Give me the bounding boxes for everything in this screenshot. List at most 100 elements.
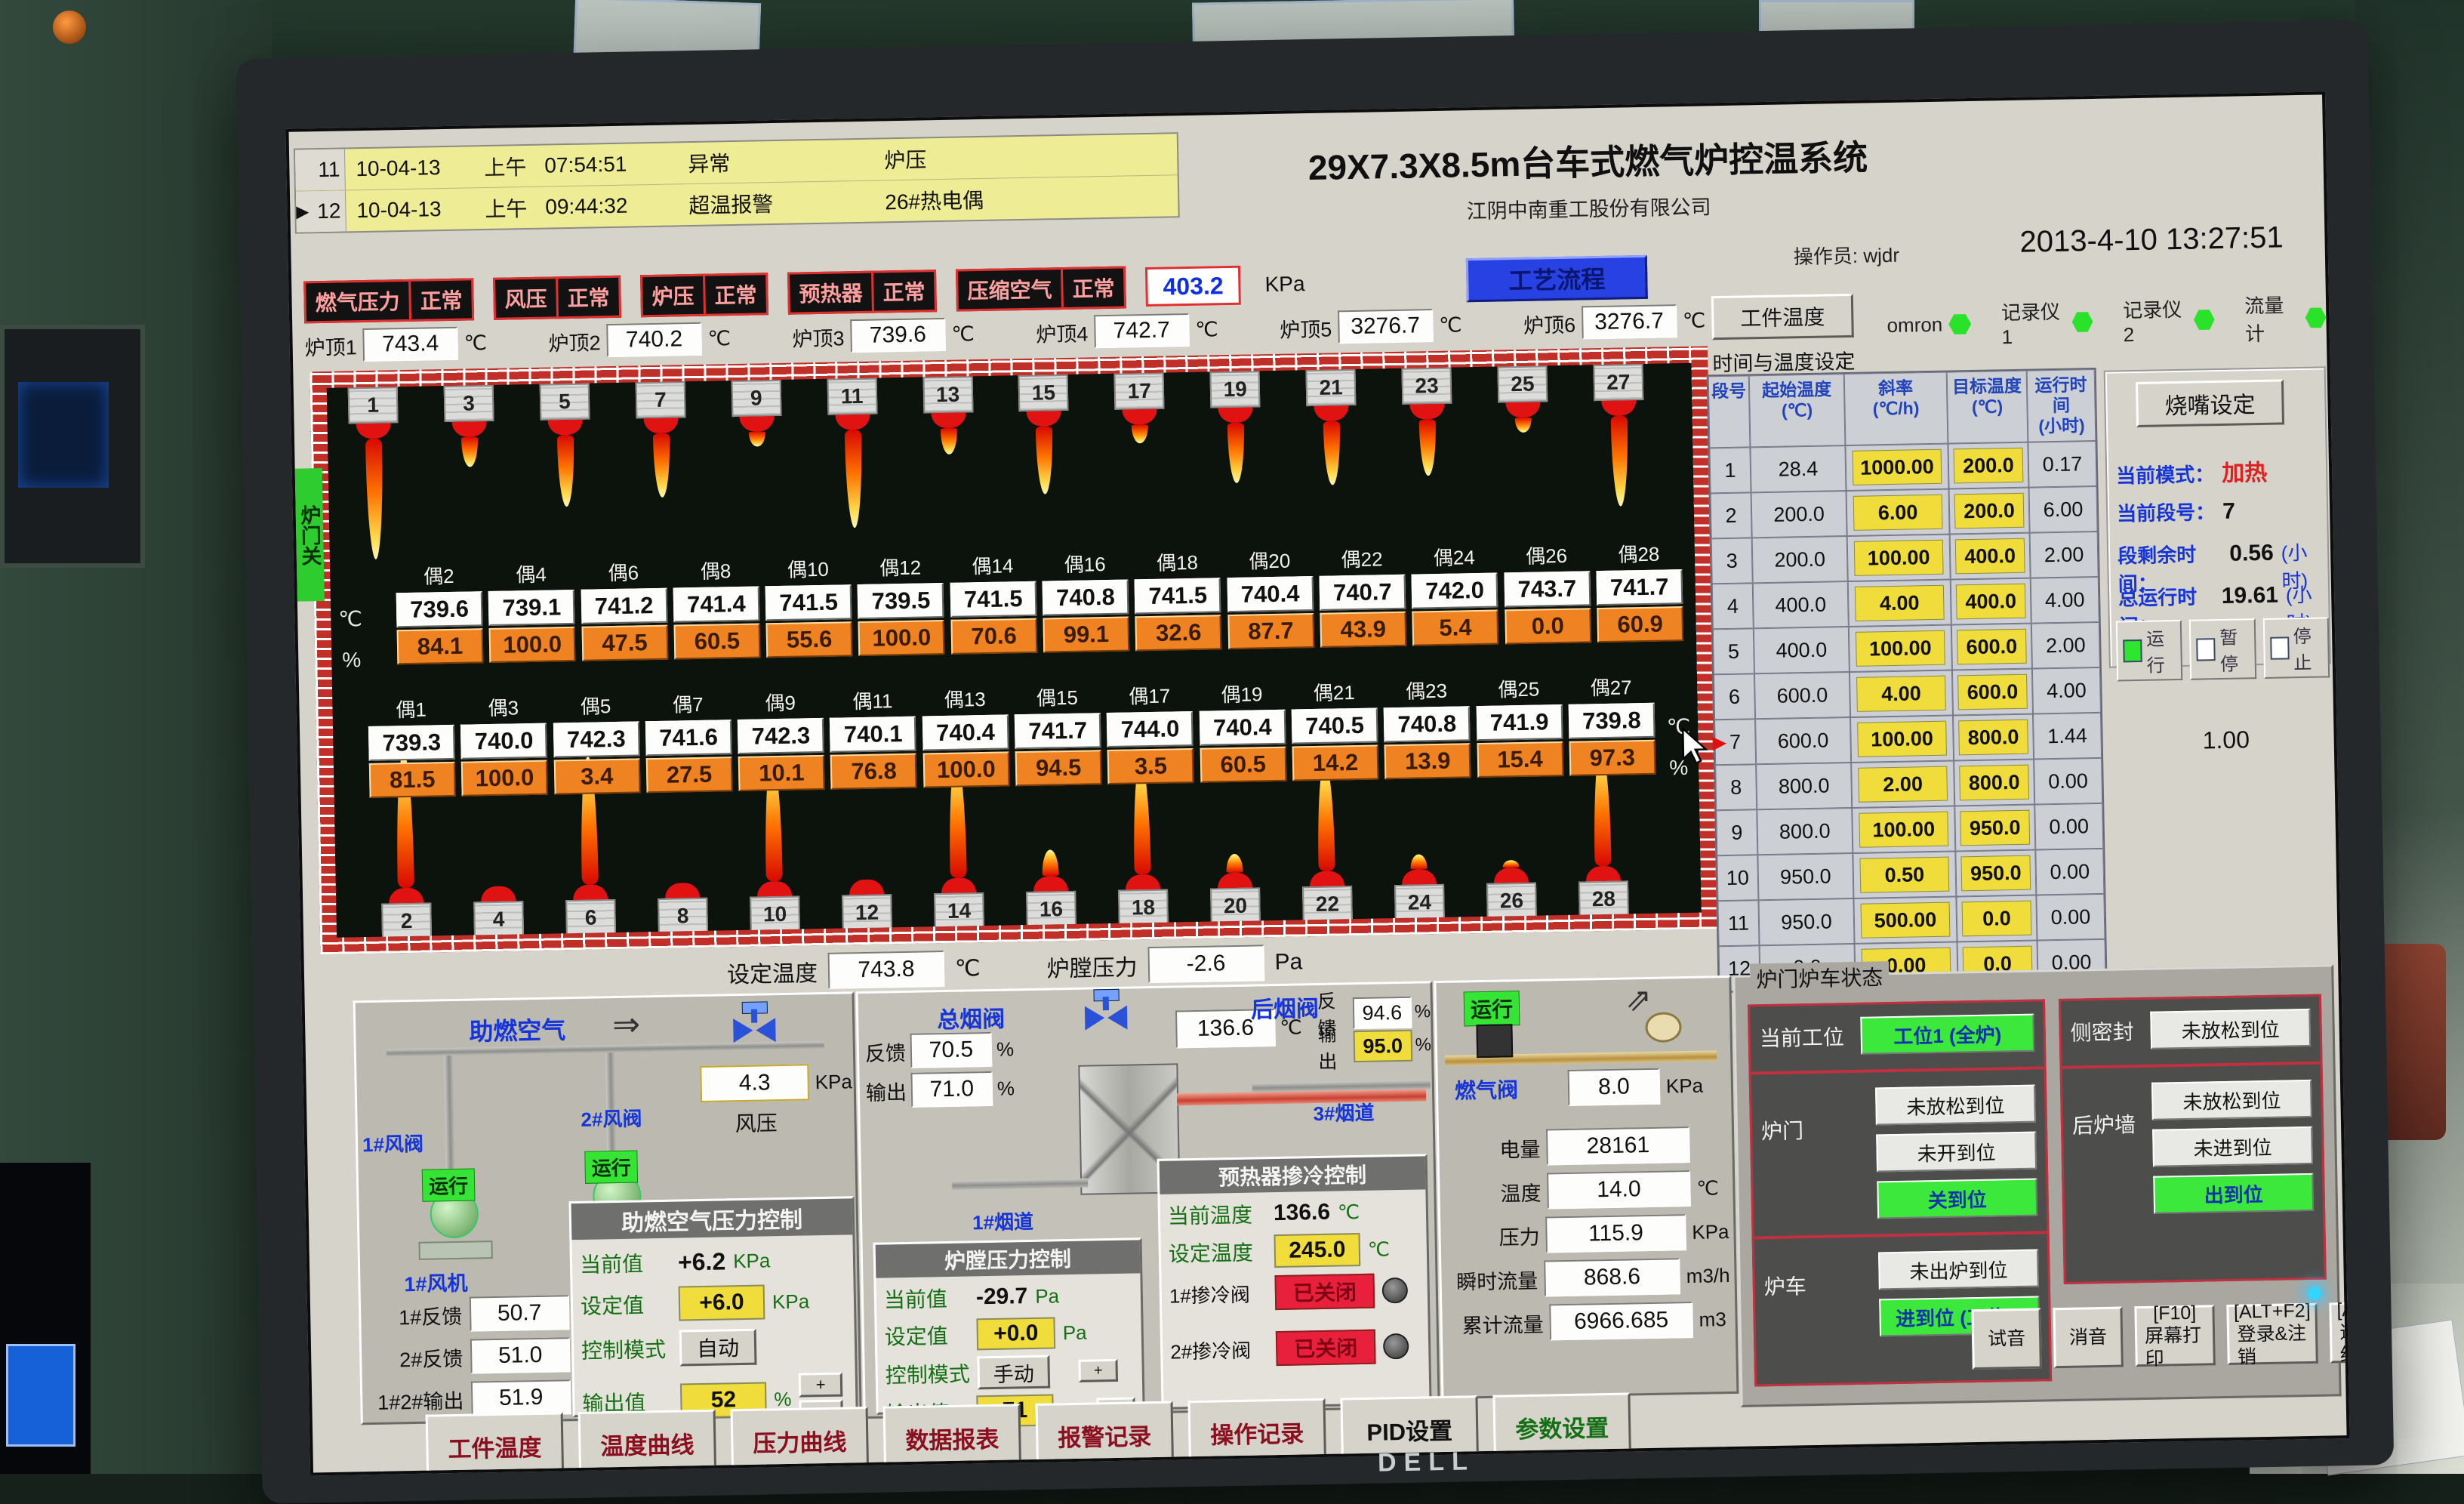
- slope-cell[interactable]: 100.00: [1852, 806, 1955, 852]
- current-segment-value: 7: [2222, 499, 2235, 525]
- valve-dial-icon[interactable]: [1383, 1333, 1409, 1360]
- program-table-row[interactable]: ▶2 200.0 6.00 200.0 6.00: [1711, 486, 2098, 538]
- system-button[interactable]: 试音: [1971, 1308, 2041, 1370]
- thermocouple-name: 偶2: [424, 561, 454, 590]
- current-segment-line: 当前段号：7: [2117, 497, 2235, 527]
- nav-button[interactable]: 参数设置: [1492, 1392, 1631, 1459]
- valve-dial-icon[interactable]: [1382, 1277, 1409, 1304]
- system-button-label: 消音: [2069, 1326, 2108, 1349]
- chamber-press-set[interactable]: +0.0: [976, 1317, 1055, 1350]
- system-button[interactable]: 消音: [2053, 1307, 2123, 1369]
- burner-number-plate: 22: [1302, 886, 1353, 923]
- run-time-cell: 6.00: [2028, 486, 2097, 533]
- thermocouple: 偶1 739.3 81.5: [367, 694, 456, 798]
- nav-button[interactable]: 温度曲线: [578, 1410, 717, 1476]
- thermocouple-name: 偶18: [1157, 547, 1199, 576]
- slope-cell[interactable]: 100.00: [1847, 535, 1951, 581]
- burner-settings-button[interactable]: 烧嘴设定: [2136, 379, 2284, 427]
- nav-button[interactable]: 工件温度: [426, 1412, 565, 1475]
- device-indicator-label: 流量计: [2244, 290, 2299, 347]
- slope-cell[interactable]: 0.50: [1853, 851, 1956, 898]
- slope-cell[interactable]: 4.00: [1848, 580, 1951, 627]
- status-indicator: 燃气压力 正常: [303, 278, 474, 323]
- target-temp-cell[interactable]: 400.0: [1951, 578, 2031, 625]
- target-temp-cell[interactable]: 0.0: [1956, 895, 2037, 942]
- program-table-row[interactable]: ▶10 950.0 0.50 950.0 0.00: [1717, 849, 2104, 901]
- thermocouple-output: 60.5: [1200, 747, 1286, 783]
- fan1-label: 1#风机: [404, 1267, 468, 1298]
- run-checkbox[interactable]: 运行: [2116, 620, 2183, 682]
- process-flow-button[interactable]: 工艺流程: [1466, 255, 1648, 302]
- increment-button[interactable]: +: [799, 1373, 843, 1398]
- target-temp-cell[interactable]: 200.0: [1949, 488, 2030, 535]
- roof-temp-unit: ℃: [1439, 313, 1462, 337]
- status-state: 正常: [558, 278, 619, 316]
- program-table-row[interactable]: ▶4 400.0 4.00 400.0 4.00: [1712, 577, 2099, 629]
- chamber-pressure-control: 炉膛压力控制 当前值 -29.7 Pa 设定值 +0.0 Pa 控制模式 手动 …: [873, 1237, 1145, 1414]
- set-value[interactable]: +6.0: [679, 1284, 765, 1321]
- burner: 15: [1018, 374, 1071, 547]
- flame-icon: [1515, 418, 1532, 433]
- system-button[interactable]: [F10] 屏幕打印: [2134, 1305, 2216, 1367]
- thermocouple: 偶16 740.8 99.1: [1041, 548, 1130, 652]
- target-temp-cell[interactable]: 400.0: [1950, 533, 2031, 580]
- set-temp-label: 设定温度: [727, 954, 818, 989]
- gas-row-value: 28161: [1546, 1126, 1690, 1165]
- slope-cell[interactable]: 6.00: [1846, 489, 1950, 536]
- burner-cup: [1218, 873, 1252, 889]
- burner-cup: [1314, 405, 1349, 421]
- nav-button[interactable]: 数据报表: [883, 1404, 1022, 1471]
- program-table-row[interactable]: ▶11 950.0 500.00 0.0 0.00: [1717, 894, 2105, 946]
- system-button[interactable]: [ALT+F2] 登录&注销: [2227, 1303, 2318, 1365]
- thermocouple-name: 偶6: [608, 557, 639, 586]
- program-table-row[interactable]: ▶6 600.0 4.00 600.0 4.00: [1714, 667, 2101, 720]
- flame-icon: [1132, 424, 1148, 443]
- wind-pressure-value: 4.3: [700, 1064, 809, 1102]
- target-temp-cell[interactable]: 800.0: [1953, 714, 2034, 761]
- slope-cell[interactable]: 4.00: [1850, 670, 1953, 717]
- thermocouple-name: 偶16: [1064, 549, 1106, 578]
- mode-button[interactable]: 自动: [679, 1329, 757, 1367]
- device-indicator: omron: [1886, 312, 1971, 337]
- preheater-cooling-control: 预热器掺冷控制 当前温度 136.6 ℃ 设定温度 245.0 ℃ 1#掺冷阀 …: [1157, 1154, 1432, 1410]
- target-temp-cell[interactable]: 600.0: [1951, 624, 2032, 670]
- gas-valve-label: 燃气阀: [1455, 1074, 1519, 1105]
- program-table-row[interactable]: ▶1 28.4 1000.00 200.0 0.17: [1709, 441, 2096, 493]
- target-temp-cell[interactable]: 200.0: [1948, 442, 2028, 489]
- burner-number-plate: 24: [1394, 884, 1445, 921]
- slope-cell[interactable]: 500.00: [1853, 896, 1957, 943]
- target-temp-cell[interactable]: 800.0: [1954, 760, 2034, 806]
- program-table-row[interactable]: ▶3 200.0 100.00 400.0 2.00: [1711, 532, 2099, 584]
- preheater-set-temp[interactable]: 245.0: [1274, 1233, 1360, 1268]
- target-temp-cell[interactable]: 950.0: [1955, 850, 2036, 897]
- slope-cell[interactable]: 100.00: [1849, 625, 1952, 672]
- chamber-mode-button[interactable]: 手动: [977, 1355, 1050, 1390]
- thermocouple: 偶7 741.6 27.5: [644, 689, 733, 793]
- workpiece-temp-button[interactable]: 工件温度: [1711, 294, 1854, 340]
- gas-rows: 电量 28161 温度 14.0 ℃ 压力 115.9 KPa: [1439, 1118, 1736, 1350]
- slope-cell[interactable]: 1000.00: [1845, 444, 1948, 491]
- program-header-cell: 目标温度(℃): [1947, 371, 2028, 444]
- increment-button[interactable]: +: [1078, 1359, 1118, 1382]
- thermocouple-temp: 744.0: [1107, 711, 1194, 747]
- program-table-row[interactable]: ▶8 800.0 2.00 800.0 0.00: [1715, 758, 2102, 810]
- thermocouple-temp: 740.4: [1199, 710, 1286, 746]
- program-table-row[interactable]: ▶7 600.0 100.00 800.0 1.44: [1714, 713, 2102, 765]
- target-temp-cell[interactable]: 600.0: [1952, 669, 2033, 716]
- nav-button[interactable]: 操作记录: [1187, 1398, 1326, 1465]
- slope-cell[interactable]: 2.00: [1851, 760, 1954, 807]
- slope-cell[interactable]: 100.00: [1850, 716, 1954, 763]
- thermocouple-output: 13.9: [1384, 743, 1471, 779]
- run-time-cell: 1.44: [2033, 713, 2102, 760]
- system-button[interactable]: [Alt+F4] 退出系统: [2329, 1302, 2349, 1364]
- stop-checkbox[interactable]: 停止: [2262, 617, 2330, 679]
- program-table-row[interactable]: ▶5 400.0 100.00 600.0 2.00: [1713, 622, 2100, 674]
- pause-checkbox[interactable]: 暂停: [2189, 618, 2256, 680]
- rear-smoke-valve-label: 后烟阀: [1251, 990, 1320, 1025]
- target-temp-cell[interactable]: 950.0: [1954, 805, 2035, 852]
- program-table-row[interactable]: ▶9 800.0 100.00 950.0 0.00: [1716, 803, 2103, 855]
- nav-button[interactable]: 报警记录: [1036, 1401, 1175, 1469]
- cooling-valve2-state: 已关闭: [1276, 1330, 1376, 1366]
- thermocouple-name: 偶28: [1618, 539, 1660, 568]
- nav-button[interactable]: 压力曲线: [731, 1407, 870, 1474]
